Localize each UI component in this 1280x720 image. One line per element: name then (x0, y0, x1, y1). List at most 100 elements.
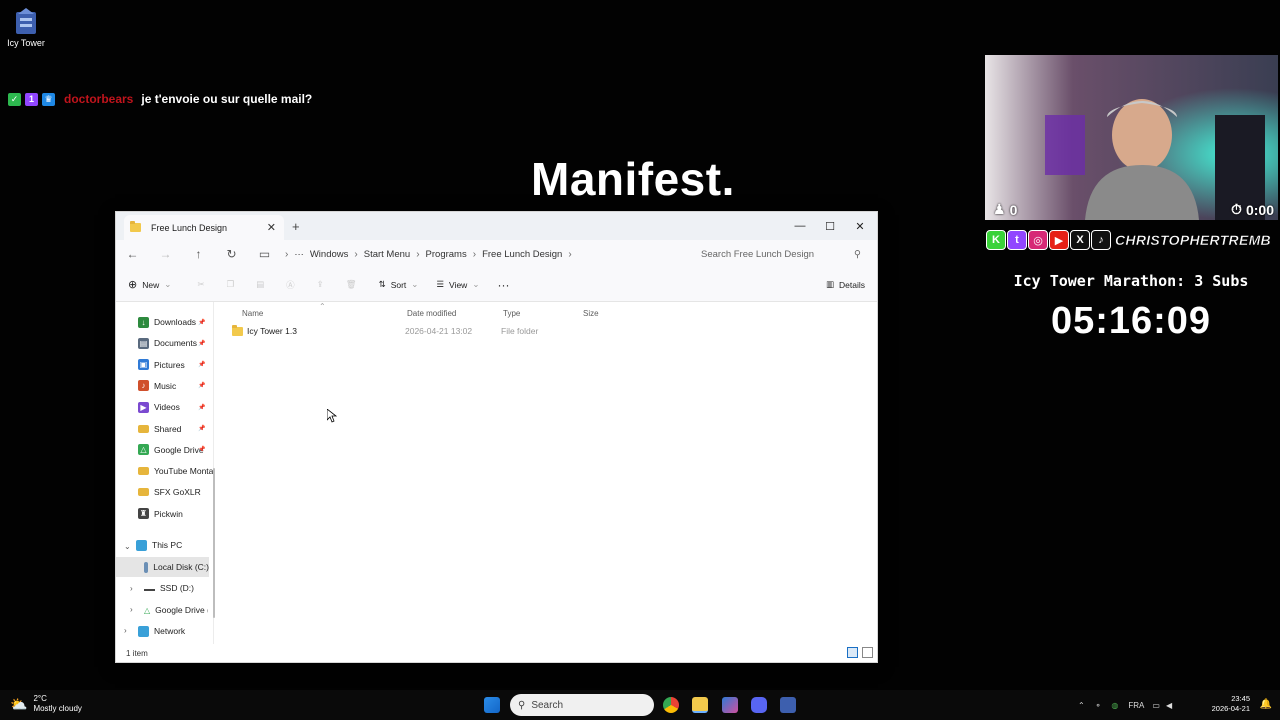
close-tab-icon[interactable]: ✕ (267, 221, 276, 234)
file-row[interactable]: Icy Tower 1.3 2026-04-21 13:02 File fold… (232, 322, 622, 340)
chevron-right-icon[interactable]: › (130, 584, 133, 593)
weather-widget[interactable]: ⛅ 2°C Mostly cloudy (10, 694, 82, 714)
breadcrumb-item[interactable]: Programs (426, 249, 467, 260)
icy-tower-taskbar-icon[interactable] (780, 697, 796, 713)
more-options-icon[interactable]: ··· (497, 278, 509, 292)
details-button[interactable]: ▥ Details (826, 279, 865, 290)
close-window-button[interactable]: ✕ (845, 212, 875, 240)
pin-icon[interactable]: 📌 (198, 404, 205, 411)
pin-icon[interactable]: 📌 (198, 361, 205, 368)
search-box[interactable]: Search Free Lunch Design ⚲ (697, 243, 867, 265)
pin-icon[interactable]: 📌 (198, 319, 205, 326)
column-type[interactable]: Type (503, 309, 520, 318)
view-icon: ☰ (436, 279, 445, 289)
folder-icon: ▶ (138, 401, 149, 413)
sidebar-item-label: Local Disk (C:) (153, 562, 209, 572)
webcam-feed: ♟ 0 ⏱ 0:00 (985, 55, 1278, 220)
details-view-icon[interactable] (847, 647, 858, 658)
start-button[interactable] (484, 697, 500, 713)
copilot-icon[interactable] (722, 697, 738, 713)
chevron-down-icon[interactable]: ⌄ (124, 542, 131, 551)
delete-icon[interactable]: 🗑 (346, 279, 357, 290)
new-button[interactable]: ⊕ New ⌄ (128, 278, 171, 291)
volume-icon[interactable]: ◀ (1166, 701, 1172, 710)
details-label: Details (839, 279, 865, 290)
taskbar: ⛅ 2°C Mostly cloudy ⚲ Search ⌃ ⚬ ◍ FRA ▭… (0, 690, 1280, 720)
clock-date: 2026-04-21 (1211, 704, 1250, 713)
sidebar-item-label: Google Drive ( (155, 605, 208, 615)
search-icon: ⚲ (854, 248, 861, 260)
network-tray-icon[interactable]: ⚬ (1095, 701, 1102, 710)
file-date: 2026-04-21 13:02 (405, 326, 473, 336)
sidebar-item-label: This PC (152, 540, 183, 550)
search-icon: ⚲ (518, 699, 526, 711)
sidebar-item-local-disk[interactable]: Local Disk (C:) (116, 557, 209, 577)
folder-icon: ♜ (138, 508, 149, 520)
new-tab-button[interactable]: + (292, 219, 300, 234)
sort-caret-icon: ⌃ (319, 302, 326, 311)
chevron-right-icon[interactable]: › (124, 626, 127, 635)
pin-icon[interactable]: 📌 (198, 425, 205, 432)
x-icon: X (1070, 230, 1090, 250)
more-locations-icon[interactable]: ··· (294, 249, 304, 260)
paste-icon[interactable]: ▤ (256, 279, 264, 290)
breadcrumb-item[interactable]: Free Lunch Design (482, 249, 562, 260)
back-icon[interactable]: ← (116, 247, 149, 261)
plus-icon: ⊕ (128, 279, 138, 291)
webcam-left-counter: ♟ 0 (993, 201, 1017, 218)
chrome-icon[interactable] (663, 697, 679, 713)
copy-icon[interactable]: ❐ (226, 279, 234, 290)
weather-text: Mostly cloudy (33, 704, 82, 713)
desktop-icon-icy-tower[interactable]: Icy Tower (4, 6, 48, 48)
breadcrumb-item[interactable]: Windows (310, 249, 349, 260)
notification-icon[interactable]: 🔔 (1260, 699, 1272, 710)
sidebar-item-label: Videos (154, 402, 180, 413)
tiles-view-icon[interactable] (862, 647, 873, 658)
taskbar-search-label: Search (531, 699, 564, 711)
file-explorer-icon[interactable] (692, 697, 708, 713)
discord-icon[interactable] (751, 697, 767, 713)
webcam-right-counter: ⏱ 0:00 (1231, 201, 1274, 218)
column-date-modified[interactable]: Date modified (407, 309, 456, 318)
up-icon[interactable]: ↑ (182, 247, 215, 261)
kick-icon: K (986, 230, 1006, 250)
pin-icon[interactable]: 📌 (198, 382, 205, 389)
language-indicator[interactable]: FRA (1128, 701, 1144, 710)
sort-button[interactable]: ⇅ Sort ⌄ (379, 279, 419, 290)
minimize-button[interactable]: — (785, 212, 815, 240)
rename-icon[interactable]: Ⓐ (286, 279, 295, 291)
forward-icon[interactable]: → (149, 247, 182, 261)
breadcrumb-item[interactable]: Start Menu (364, 249, 410, 260)
taskbar-clock[interactable]: 23:45 2026-04-21 (1212, 694, 1250, 714)
wifi-icon[interactable]: ▭ (1152, 701, 1160, 710)
computer-icon[interactable]: ▭ (248, 247, 281, 261)
folder-icon (138, 488, 149, 497)
pin-icon[interactable]: 📌 (198, 340, 205, 347)
refresh-icon[interactable]: ↻ (215, 247, 248, 261)
breadcrumb[interactable]: › ··· Windows › Start Menu › Programs › … (285, 249, 685, 260)
sidebar-item-label: YouTube Monta (154, 466, 214, 477)
social-bar: K t ◎ ▶ X ♪ CHRISTOPHERTREMB (986, 228, 1276, 252)
chat-message: ✓ 1 ♛ doctorbears je t'envoie ou sur que… (8, 92, 312, 106)
pin-icon[interactable]: 📌 (198, 446, 205, 453)
explorer-tab[interactable]: Free Lunch Design ✕ (124, 215, 284, 240)
desktop-icon-label: Icy Tower (7, 38, 45, 48)
twitch-icon: t (1007, 230, 1027, 250)
folder-icon: ↓ (138, 316, 149, 328)
sidebar-item-label: Shared (154, 423, 182, 434)
taskbar-search[interactable]: ⚲ Search (510, 694, 654, 716)
timer-icon: ⏱ (1231, 201, 1242, 217)
view-button[interactable]: ☰ View ⌄ (436, 279, 479, 290)
chevron-right-icon[interactable]: › (130, 605, 133, 614)
cut-icon[interactable]: ✂ (197, 279, 204, 290)
folder-icon (130, 221, 141, 232)
column-size[interactable]: Size (583, 309, 599, 318)
sidebar-item-google-drive[interactable]: △ Google Drive ( (144, 600, 208, 620)
new-label: New (142, 279, 160, 290)
maximize-button[interactable]: ☐ (815, 212, 845, 240)
app-tray-icon[interactable]: ◍ (1111, 701, 1118, 710)
sidebar-item-label: Google Drive (154, 444, 204, 455)
share-icon[interactable]: ⇪ (317, 279, 324, 290)
column-name[interactable]: Name (242, 309, 263, 318)
chevron-up-icon[interactable]: ⌃ (1078, 701, 1085, 710)
